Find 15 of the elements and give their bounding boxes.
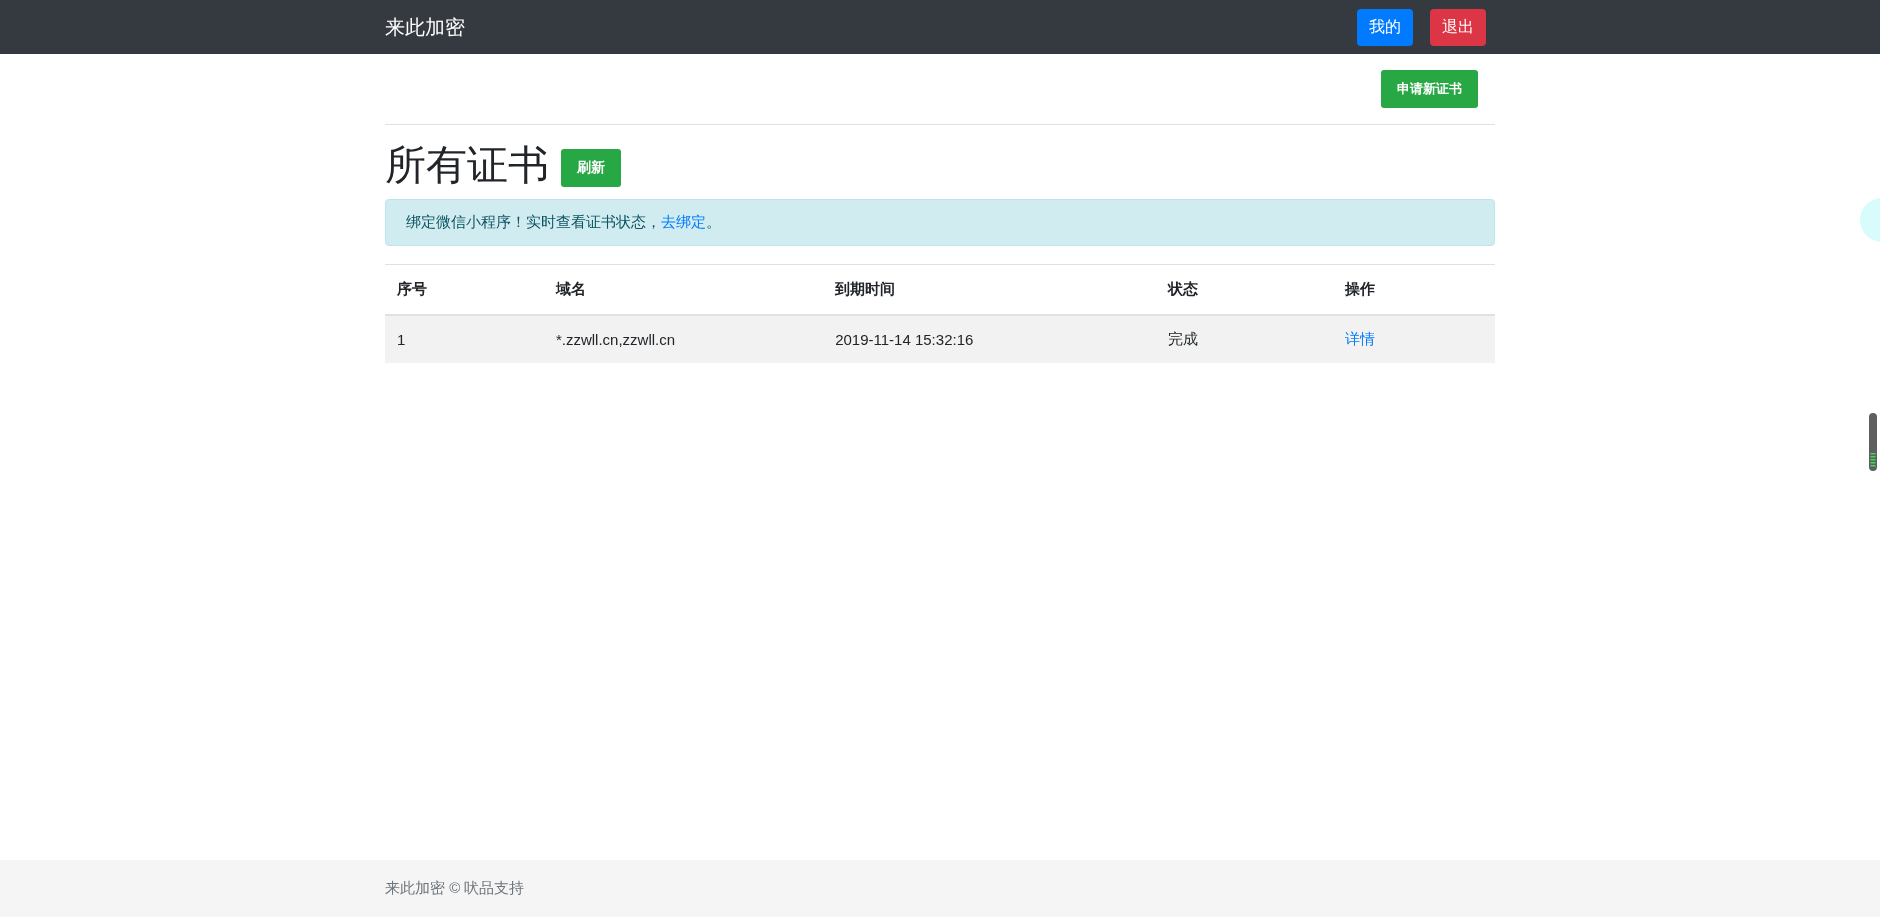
table-cell: 1 [385, 315, 544, 363]
brand-title[interactable]: 来此加密 [385, 13, 465, 41]
refresh-button[interactable]: 刷新 [561, 149, 621, 187]
alert-text: 绑定微信小程序！实时查看证书状态，去绑定。 [406, 213, 721, 230]
bind-link[interactable]: 去绑定 [661, 213, 706, 230]
page-title: 所有证书 [385, 141, 549, 190]
footer-text: 来此加密 © 吠品支持 [385, 879, 525, 896]
table-cell: 完成 [1156, 315, 1334, 363]
table-cell: 2019-11-14 15:32:16 [823, 315, 1157, 363]
nav-button[interactable]: 我的 [1357, 8, 1413, 46]
apply-certificate-button[interactable]: 申请新证书 [1381, 70, 1478, 108]
table-cell: *.zzwll.cn,zzwll.cn [543, 315, 824, 363]
scroll-indicator-icon [1869, 413, 1877, 471]
nav-button[interactable]: 退出 [1430, 8, 1486, 46]
details-link[interactable]: 详情 [1345, 330, 1376, 347]
